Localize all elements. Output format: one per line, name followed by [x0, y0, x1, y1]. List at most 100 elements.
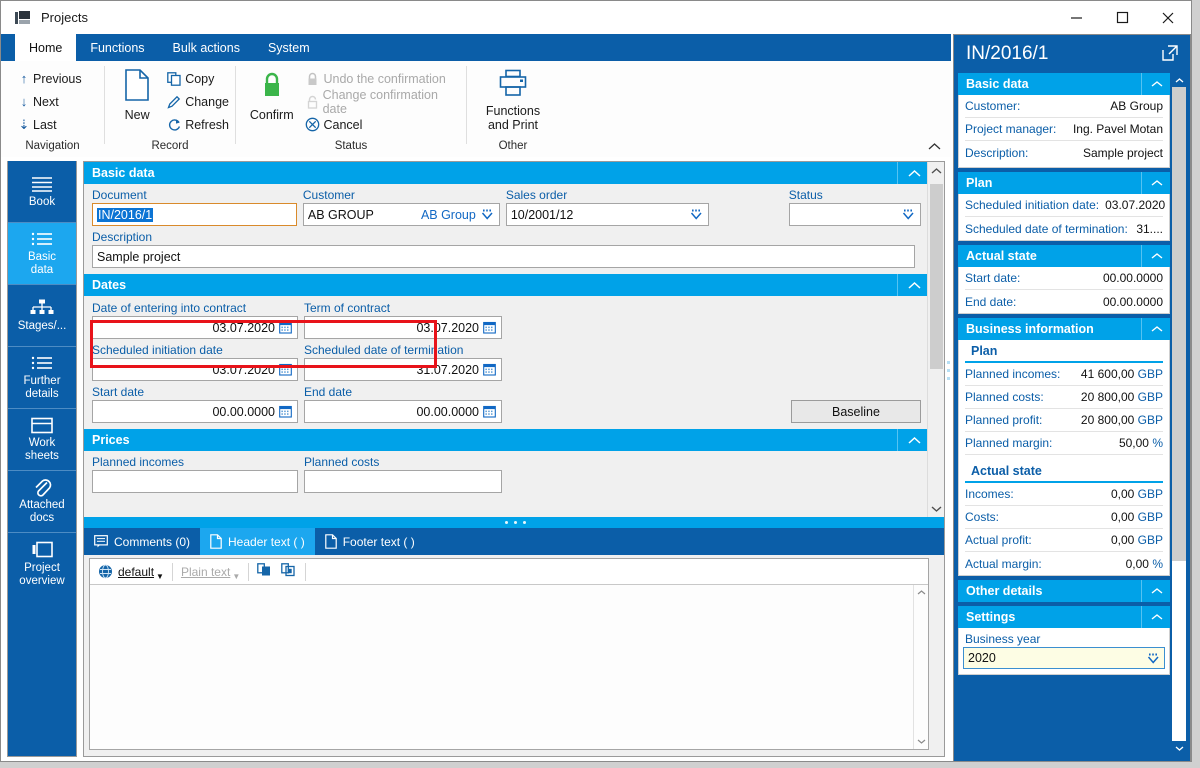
date-entering-contract-input[interactable]: 03.07.2020	[92, 316, 298, 339]
functions-and-print-button[interactable]: Functions and Print	[473, 65, 553, 132]
scrollbar-thumb[interactable]	[930, 184, 943, 369]
field-document: Document IN/2016/1	[92, 188, 297, 226]
last-button[interactable]: ⇣ Last	[15, 113, 82, 136]
chevron-up-icon[interactable]	[1141, 172, 1163, 194]
section-header-dates[interactable]: Dates	[84, 274, 929, 296]
copy-button[interactable]: Copy	[163, 67, 229, 90]
planned-incomes-input[interactable]	[92, 470, 298, 493]
ribbon-tab-system[interactable]: System	[254, 34, 324, 61]
sidebar-item-work-sheets[interactable]: Work sheets	[8, 409, 76, 471]
panel-grip[interactable]	[947, 361, 951, 385]
rp-num: 0,00	[1110, 487, 1135, 501]
chevron-up-icon[interactable]	[897, 162, 921, 184]
tab-footer-text[interactable]: Footer text ( )	[315, 528, 425, 555]
rp-key-description: Description:	[965, 145, 1029, 160]
rp-section-header-plan[interactable]: Plan	[958, 172, 1170, 194]
section-header-prices[interactable]: Prices	[84, 429, 929, 451]
chevron-up-icon[interactable]	[914, 585, 928, 600]
sidebar-item-basic-data[interactable]: Basic data	[8, 223, 76, 285]
rp-section-header-other-details[interactable]: Other details	[958, 580, 1170, 602]
confirm-button[interactable]: Confirm	[242, 65, 302, 122]
calendar-icon[interactable]	[278, 321, 293, 334]
rp-section-header-business-information[interactable]: Business information	[958, 318, 1170, 340]
planned-costs-input[interactable]	[304, 470, 502, 493]
baseline-button[interactable]: Baseline	[791, 400, 921, 423]
editor-scrollbar[interactable]	[913, 585, 928, 749]
sidebar-item-book[interactable]: Book	[8, 161, 76, 223]
scheduled-initiation-date-input[interactable]: 03.07.2020	[92, 358, 298, 381]
editor-text-area[interactable]	[90, 585, 928, 749]
change-confirmation-date-button[interactable]: Change confirmation date	[302, 88, 461, 116]
rp-section-header-actual-state[interactable]: Actual state	[958, 245, 1170, 267]
calendar-icon[interactable]	[278, 363, 293, 376]
scroll-up-chevron-up-icon[interactable]	[928, 162, 944, 179]
language-selector[interactable]: default ▼	[94, 561, 168, 583]
chevron-up-icon[interactable]	[1141, 606, 1163, 628]
copy-block-button[interactable]	[253, 561, 277, 583]
new-button[interactable]: New	[111, 65, 163, 122]
start-date-input[interactable]: 00.00.0000	[92, 400, 298, 423]
chevron-up-icon[interactable]	[1141, 73, 1163, 95]
popout-icon[interactable]	[1162, 45, 1178, 67]
business-year-input[interactable]: 2020	[963, 647, 1165, 669]
right-panel-scrollbar[interactable]	[1172, 73, 1186, 755]
section-header-basic-data[interactable]: Basic data	[84, 162, 929, 184]
ribbon-collapse-chevron-up-icon[interactable]	[928, 140, 941, 154]
ribbon-tab-functions[interactable]: Functions	[76, 34, 158, 61]
language-value: default	[118, 564, 155, 579]
fp-line2: and Print	[487, 118, 538, 132]
rp-section-header-settings[interactable]: Settings	[958, 606, 1170, 628]
previous-button[interactable]: ↑ Previous	[15, 67, 82, 90]
status-input[interactable]	[788, 203, 922, 226]
ribbon-tab-home[interactable]: Home	[15, 34, 77, 61]
sidebar-item-project-overview[interactable]: Project overview	[8, 533, 76, 595]
tab-header-text[interactable]: Header text ( )	[200, 528, 315, 555]
dropdown-icon[interactable]	[901, 209, 916, 220]
next-button[interactable]: ↓ Next	[15, 90, 82, 113]
chevron-up-icon[interactable]	[897, 274, 921, 296]
refresh-button[interactable]: Refresh	[163, 113, 229, 136]
cancel-button[interactable]: Cancel	[302, 113, 461, 136]
chevron-up-icon[interactable]	[1141, 245, 1163, 267]
dropdown-icon[interactable]	[480, 209, 495, 220]
description-input[interactable]: Sample project	[92, 245, 915, 268]
sidebar-item-attached-docs[interactable]: Attached docs	[8, 471, 76, 533]
scrollbar-thumb[interactable]	[1172, 87, 1186, 561]
close-icon[interactable]	[1145, 1, 1191, 34]
term-of-contract-input[interactable]: 03.07.2020	[304, 316, 502, 339]
ribbon-tab-bulk-actions[interactable]: Bulk actions	[159, 34, 254, 61]
tab-comments[interactable]: Comments (0)	[84, 528, 201, 555]
rp-row-scheduled-initiation: Scheduled initiation date: 03.07.2020	[965, 194, 1165, 217]
document-input[interactable]: IN/2016/1	[92, 203, 297, 226]
end-date-input[interactable]: 00.00.0000	[304, 400, 502, 423]
chevron-down-icon[interactable]	[1172, 741, 1186, 755]
chevron-up-icon[interactable]	[897, 429, 921, 451]
chevron-up-icon[interactable]	[1172, 73, 1186, 87]
chevron-up-icon[interactable]	[1141, 580, 1163, 602]
format-selector[interactable]: Plain text ▼	[177, 561, 244, 583]
change-button[interactable]: Change	[163, 90, 229, 113]
copy-add-button[interactable]	[277, 561, 301, 583]
chevron-down-icon[interactable]	[914, 734, 928, 749]
minimize-icon[interactable]	[1053, 1, 1099, 34]
calendar-icon[interactable]	[482, 363, 497, 376]
scrollbar-track[interactable]	[1172, 87, 1186, 741]
scheduled-date-termination-input[interactable]: 31.07.2020	[304, 358, 502, 381]
chevron-up-icon[interactable]	[1141, 318, 1163, 340]
calendar-icon[interactable]	[278, 405, 293, 418]
sidebar-item-further-details[interactable]: Further details	[8, 347, 76, 409]
sales-order-input[interactable]: 10/2001/12	[505, 203, 709, 226]
lock-green-icon	[259, 69, 285, 104]
calendar-icon[interactable]	[482, 405, 497, 418]
dropdown-icon[interactable]	[1147, 653, 1160, 664]
maximize-icon[interactable]	[1099, 1, 1145, 34]
scroll-down-chevron-down-icon[interactable]	[928, 500, 944, 517]
sidebar-item-stages[interactable]: Stages/...	[8, 285, 76, 347]
dropdown-icon[interactable]	[689, 209, 704, 220]
panel-splitter[interactable]	[84, 517, 944, 528]
sidebar-label-project-overview-line1: Project	[24, 561, 60, 574]
calendar-icon[interactable]	[482, 321, 497, 334]
rp-section-header-basic-data[interactable]: Basic data	[958, 73, 1170, 95]
customer-input[interactable]: AB GROUP AB Group	[302, 203, 500, 226]
form-scrollbar[interactable]	[927, 162, 944, 517]
